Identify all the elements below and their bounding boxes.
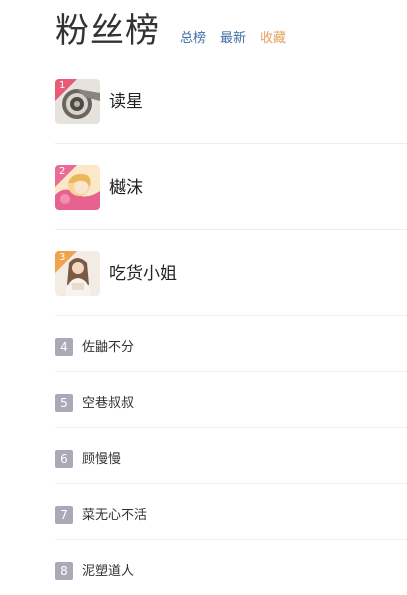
tab-total[interactable]: 总榜: [180, 27, 206, 46]
fan-ranking-page: 粉丝榜 总榜 最新 收藏 1 读星 2 樾沫 3 吃货小姐 4 佐鼬不分 5 空…: [0, 0, 407, 595]
list-item[interactable]: 3 吃货小姐: [55, 230, 407, 316]
page-title: 粉丝榜: [55, 11, 160, 51]
girl-photo-avatar[interactable]: 3: [55, 251, 100, 296]
list-item[interactable]: 8 泥塑道人: [55, 540, 407, 595]
list-item[interactable]: 6 顾慢慢: [55, 428, 407, 484]
rank-badge: 5: [55, 394, 73, 412]
header: 粉丝榜 总榜 最新 收藏: [55, 6, 300, 56]
fan-list: 1 读星 2 樾沫 3 吃货小姐 4 佐鼬不分 5 空巷叔叔 6 顾慢慢 7 菜…: [55, 58, 407, 595]
rank-badge: 7: [55, 506, 73, 524]
fan-name[interactable]: 菜无心不活: [82, 507, 147, 524]
tab-latest[interactable]: 最新: [220, 27, 246, 46]
tab-favorites[interactable]: 收藏: [260, 27, 286, 46]
scroll-avatar[interactable]: 1: [55, 79, 100, 124]
fan-name[interactable]: 读星: [109, 91, 143, 113]
list-item[interactable]: 2 樾沫: [55, 144, 407, 230]
fan-name[interactable]: 空巷叔叔: [82, 395, 134, 412]
fan-name[interactable]: 泥塑道人: [82, 563, 134, 580]
fan-name[interactable]: 佐鼬不分: [82, 339, 134, 356]
rank-number: 1: [59, 80, 66, 91]
fan-name[interactable]: 顾慢慢: [82, 451, 121, 468]
fan-name[interactable]: 樾沫: [109, 177, 143, 199]
rank-badge: 4: [55, 338, 73, 356]
rank-number: 3: [59, 252, 66, 263]
list-item[interactable]: 4 佐鼬不分: [55, 316, 407, 372]
fan-name[interactable]: 吃货小姐: [109, 263, 177, 285]
rank-number: 2: [59, 166, 66, 177]
list-item[interactable]: 5 空巷叔叔: [55, 372, 407, 428]
ranking-tabs: 总榜 最新 收藏: [180, 27, 300, 56]
list-item[interactable]: 1 读星: [55, 58, 407, 144]
list-item[interactable]: 7 菜无心不活: [55, 484, 407, 540]
anime-girl-avatar[interactable]: 2: [55, 165, 100, 210]
rank-badge: 6: [55, 450, 73, 468]
rank-badge: 8: [55, 562, 73, 580]
